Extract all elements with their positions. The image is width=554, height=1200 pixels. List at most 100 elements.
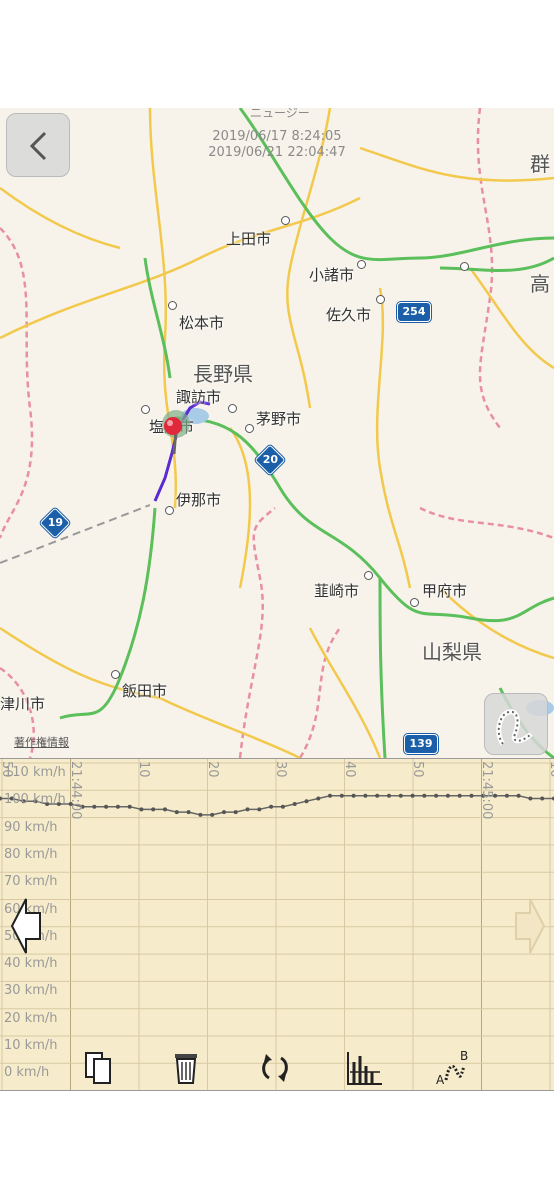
city-label-matsumoto: 松本市	[179, 314, 225, 332]
track-end-date: 2019/06/21 22:04:47	[208, 145, 346, 160]
speed-data-point	[457, 793, 462, 798]
speed-data-point	[292, 802, 297, 806]
speed-data-point	[422, 793, 427, 798]
x-axis-tick-label: 40	[341, 761, 357, 778]
city-label-suwa: 諏訪市	[176, 388, 222, 406]
refresh-icon[interactable]	[256, 1050, 296, 1086]
route-ab-icon[interactable]: A B	[434, 1050, 474, 1086]
speed-data-point	[387, 793, 391, 798]
city-label-chino: 茅野市	[256, 410, 302, 428]
map-partial-label: ニュージー	[250, 108, 310, 120]
x-axis-tick-label: 21:45:00	[478, 761, 494, 820]
speed-data-point	[245, 807, 250, 812]
location-pin-icon[interactable]	[160, 410, 196, 458]
x-axis-tick-label: 50	[0, 761, 14, 778]
speed-data-point	[540, 796, 545, 801]
svg-text:B: B	[460, 1050, 468, 1063]
city-dot	[111, 670, 120, 679]
speed-data-point	[328, 793, 332, 798]
previous-arrow-icon[interactable]	[10, 895, 44, 957]
y-axis-tick-label: 40 km/h	[4, 956, 58, 972]
city-label-kofu: 甲府市	[422, 582, 468, 600]
back-button[interactable]	[6, 113, 70, 177]
y-axis-tick-label: 30 km/h	[4, 983, 58, 999]
city-label-nirasaki: 韮崎市	[314, 582, 360, 600]
speed-data-point	[174, 810, 179, 815]
y-axis-tick-label: 90 km/h	[4, 819, 58, 835]
speed-data-point	[127, 804, 132, 809]
route-shield-139: 139	[404, 734, 438, 754]
route-shield-254: 254	[397, 302, 431, 322]
speed-data-point	[516, 793, 521, 798]
x-axis-tick-label: 50	[410, 761, 425, 778]
city-dot	[165, 506, 174, 515]
city-dot	[281, 216, 290, 225]
speed-data-point	[257, 807, 262, 812]
speed-data-point	[469, 793, 474, 798]
map-view[interactable]: 上田市 小諸市 佐久市 松本市 諏訪市 塩尻市 茅野市 伊那市 韮崎市 甲府市 …	[0, 108, 554, 758]
speed-data-point	[434, 793, 439, 798]
speed-data-point	[104, 804, 109, 809]
speed-data-point	[139, 807, 144, 812]
chevron-left-icon	[29, 131, 47, 161]
speed-data-point	[163, 807, 167, 812]
city-dot	[228, 404, 237, 413]
city-dot	[364, 571, 373, 580]
speed-data-point	[280, 804, 285, 809]
speed-data-point	[339, 793, 344, 798]
route-path-icon	[496, 709, 533, 746]
trash-icon[interactable]	[168, 1050, 208, 1086]
track-start-date: 2019/06/17 8:24:05	[212, 129, 342, 144]
city-dot	[168, 301, 177, 310]
y-axis-tick-label: 0 km/h	[4, 1065, 50, 1081]
svg-text:A: A	[436, 1073, 445, 1086]
speed-data-point	[316, 796, 321, 801]
y-axis-tick-label: 100 km/h	[4, 792, 66, 808]
speed-data-point	[233, 810, 238, 815]
speed-graph-canvas	[0, 759, 554, 1090]
city-dot	[141, 405, 150, 414]
speed-data-point	[504, 793, 509, 798]
city-label-iida: 飯田市	[122, 682, 168, 700]
speed-data-point	[210, 812, 215, 817]
speed-data-point	[92, 804, 97, 809]
x-axis-tick-label: 21:44:00	[67, 761, 83, 820]
speed-data-point	[445, 793, 450, 798]
city-label-takasaki: 高	[530, 272, 550, 296]
speed-data-point	[198, 812, 203, 817]
city-dot	[357, 260, 366, 269]
city-label-komoro: 小諸市	[309, 266, 355, 284]
city-label-tsugawa: 津川市	[0, 695, 46, 713]
prefecture-label-yamanashi: 山梨県	[422, 640, 482, 664]
speed-data-point	[363, 793, 368, 798]
speed-data-point	[304, 799, 309, 804]
speed-data-point	[398, 793, 403, 798]
route-display-button[interactable]	[484, 693, 548, 755]
next-arrow-icon[interactable]	[512, 895, 546, 957]
speed-data-point	[115, 804, 120, 809]
city-label-ueda: 上田市	[226, 230, 272, 248]
y-axis-tick-label: 80 km/h	[4, 846, 58, 862]
x-axis-tick-label: 20	[204, 761, 220, 778]
speed-data-point	[351, 793, 356, 798]
y-axis-tick-label: 10 km/h	[4, 1038, 58, 1053]
city-dot	[376, 295, 385, 304]
city-dot	[410, 598, 419, 607]
city-dot	[245, 424, 254, 433]
speed-data-point	[375, 793, 380, 798]
speed-graph[interactable]: 110 km/h 100 km/h 90 km/h 80 km/h 70 km/h 60 …	[0, 758, 554, 1091]
y-axis-tick-label: 20 km/h	[4, 1010, 58, 1026]
city-label-ina: 伊那市	[176, 491, 222, 509]
speed-data-point	[222, 810, 226, 815]
speed-data-point	[528, 796, 533, 801]
histogram-icon[interactable]	[344, 1050, 384, 1086]
copy-icon[interactable]	[82, 1050, 122, 1086]
speed-data-point	[151, 807, 156, 812]
speed-data-point	[269, 804, 274, 809]
x-axis-tick-label: 10	[136, 761, 151, 778]
y-axis-tick-label: 70 km/h	[4, 874, 58, 890]
city-dot	[460, 262, 469, 271]
x-axis-tick-label: 10	[547, 761, 554, 778]
speed-data-point	[410, 793, 415, 798]
legal-link[interactable]: 著作権情報	[14, 734, 69, 750]
